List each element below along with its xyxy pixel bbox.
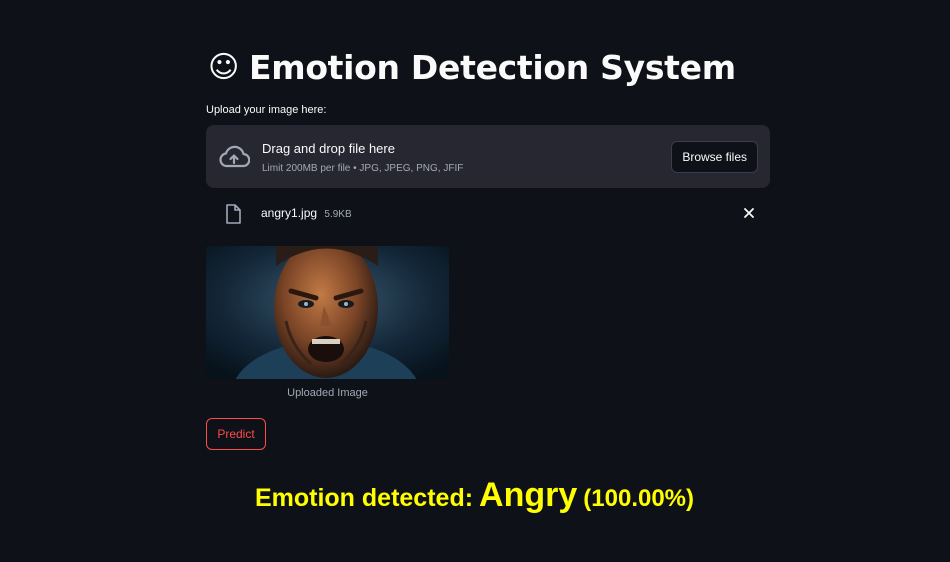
smiley-face-icon: ☺	[208, 50, 239, 85]
uploaded-image	[206, 246, 449, 379]
uploaded-file-row: angry1.jpg 5.9KB	[206, 198, 770, 230]
dropzone-text: Drag and drop file here Limit 200MB per …	[262, 141, 463, 174]
file-dropzone[interactable]: Drag and drop file here Limit 200MB per …	[206, 125, 770, 188]
page-title: ☺ Emotion Detection System	[208, 48, 736, 87]
result-confidence: (100.00%)	[583, 485, 695, 512]
file-name-line: angry1.jpg 5.9KB	[261, 206, 352, 220]
file-size: 5.9KB	[324, 209, 352, 220]
predict-button[interactable]: Predict	[206, 418, 266, 450]
close-icon[interactable]	[742, 206, 756, 220]
prediction-result: Emotion detected: Angry (100.00%)	[102, 476, 847, 515]
result-label: Emotion detected:	[254, 484, 474, 512]
browse-files-button[interactable]: Browse files	[671, 141, 758, 173]
file-name: angry1.jpg	[261, 206, 318, 220]
cloud-upload-icon	[219, 145, 250, 168]
result-emotion: Angry	[479, 476, 578, 514]
image-caption: Uploaded Image	[287, 387, 368, 399]
angry-face-photo	[206, 246, 449, 379]
page-title-text: Emotion Detection System	[248, 48, 736, 87]
dropzone-limit: Limit 200MB per file • JPG, JPEG, PNG, J…	[262, 163, 464, 174]
dropzone-title: Drag and drop file here	[262, 141, 395, 156]
upload-label: Upload your image here:	[206, 104, 327, 116]
file-icon	[226, 204, 241, 224]
